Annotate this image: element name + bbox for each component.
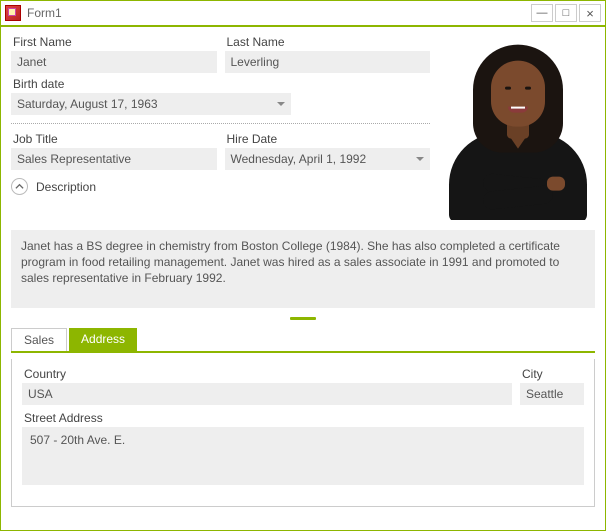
hire-date-value: Wednesday, April 1, 1992 [231, 152, 367, 166]
section-divider [11, 123, 430, 124]
first-name-label: First Name [11, 35, 217, 49]
minimize-button[interactable]: — [531, 4, 553, 22]
address-panel: Country USA City Seattle Street Address … [11, 359, 595, 507]
chevron-down-icon [416, 157, 424, 161]
tab-sales[interactable]: Sales [11, 328, 67, 351]
city-value: Seattle [526, 387, 563, 401]
splitter-grip-icon [290, 317, 316, 320]
hire-date-label: Hire Date [225, 132, 431, 146]
first-name-value: Janet [17, 55, 46, 69]
street-label: Street Address [22, 411, 584, 425]
chevron-down-icon [277, 102, 285, 106]
job-title-input[interactable]: Sales Representative [11, 148, 217, 170]
hire-date-picker[interactable]: Wednesday, April 1, 1992 [225, 148, 431, 170]
title-bar: Form1 — □ × [1, 1, 605, 27]
country-value: USA [28, 387, 53, 401]
splitter[interactable] [11, 314, 595, 322]
street-value: 507 - 20th Ave. E. [30, 433, 125, 447]
country-input[interactable]: USA [22, 383, 512, 405]
close-button[interactable]: × [579, 4, 601, 22]
city-input[interactable]: Seattle [520, 383, 584, 405]
last-name-input[interactable]: Leverling [225, 51, 431, 73]
street-input[interactable]: 507 - 20th Ave. E. [22, 427, 584, 485]
maximize-button[interactable]: □ [555, 4, 577, 22]
employee-photo [440, 35, 595, 220]
birth-date-value: Saturday, August 17, 1963 [17, 97, 158, 111]
last-name-value: Leverling [231, 55, 280, 69]
window-title: Form1 [27, 6, 62, 20]
first-name-input[interactable]: Janet [11, 51, 217, 73]
chevron-up-icon [15, 182, 24, 191]
app-icon [5, 5, 21, 21]
birth-date-picker[interactable]: Saturday, August 17, 1963 [11, 93, 291, 115]
birth-date-label: Birth date [11, 77, 430, 91]
tab-address[interactable]: Address [69, 328, 137, 351]
job-title-label: Job Title [11, 132, 217, 146]
tab-strip: Sales Address [11, 328, 595, 353]
collapse-description-button[interactable] [11, 178, 28, 195]
description-value: Janet has a BS degree in chemistry from … [21, 239, 560, 285]
description-label: Description [34, 180, 96, 194]
city-label: City [520, 367, 584, 381]
last-name-label: Last Name [225, 35, 431, 49]
description-text[interactable]: Janet has a BS degree in chemistry from … [11, 230, 595, 308]
country-label: Country [22, 367, 512, 381]
job-title-value: Sales Representative [17, 152, 131, 166]
